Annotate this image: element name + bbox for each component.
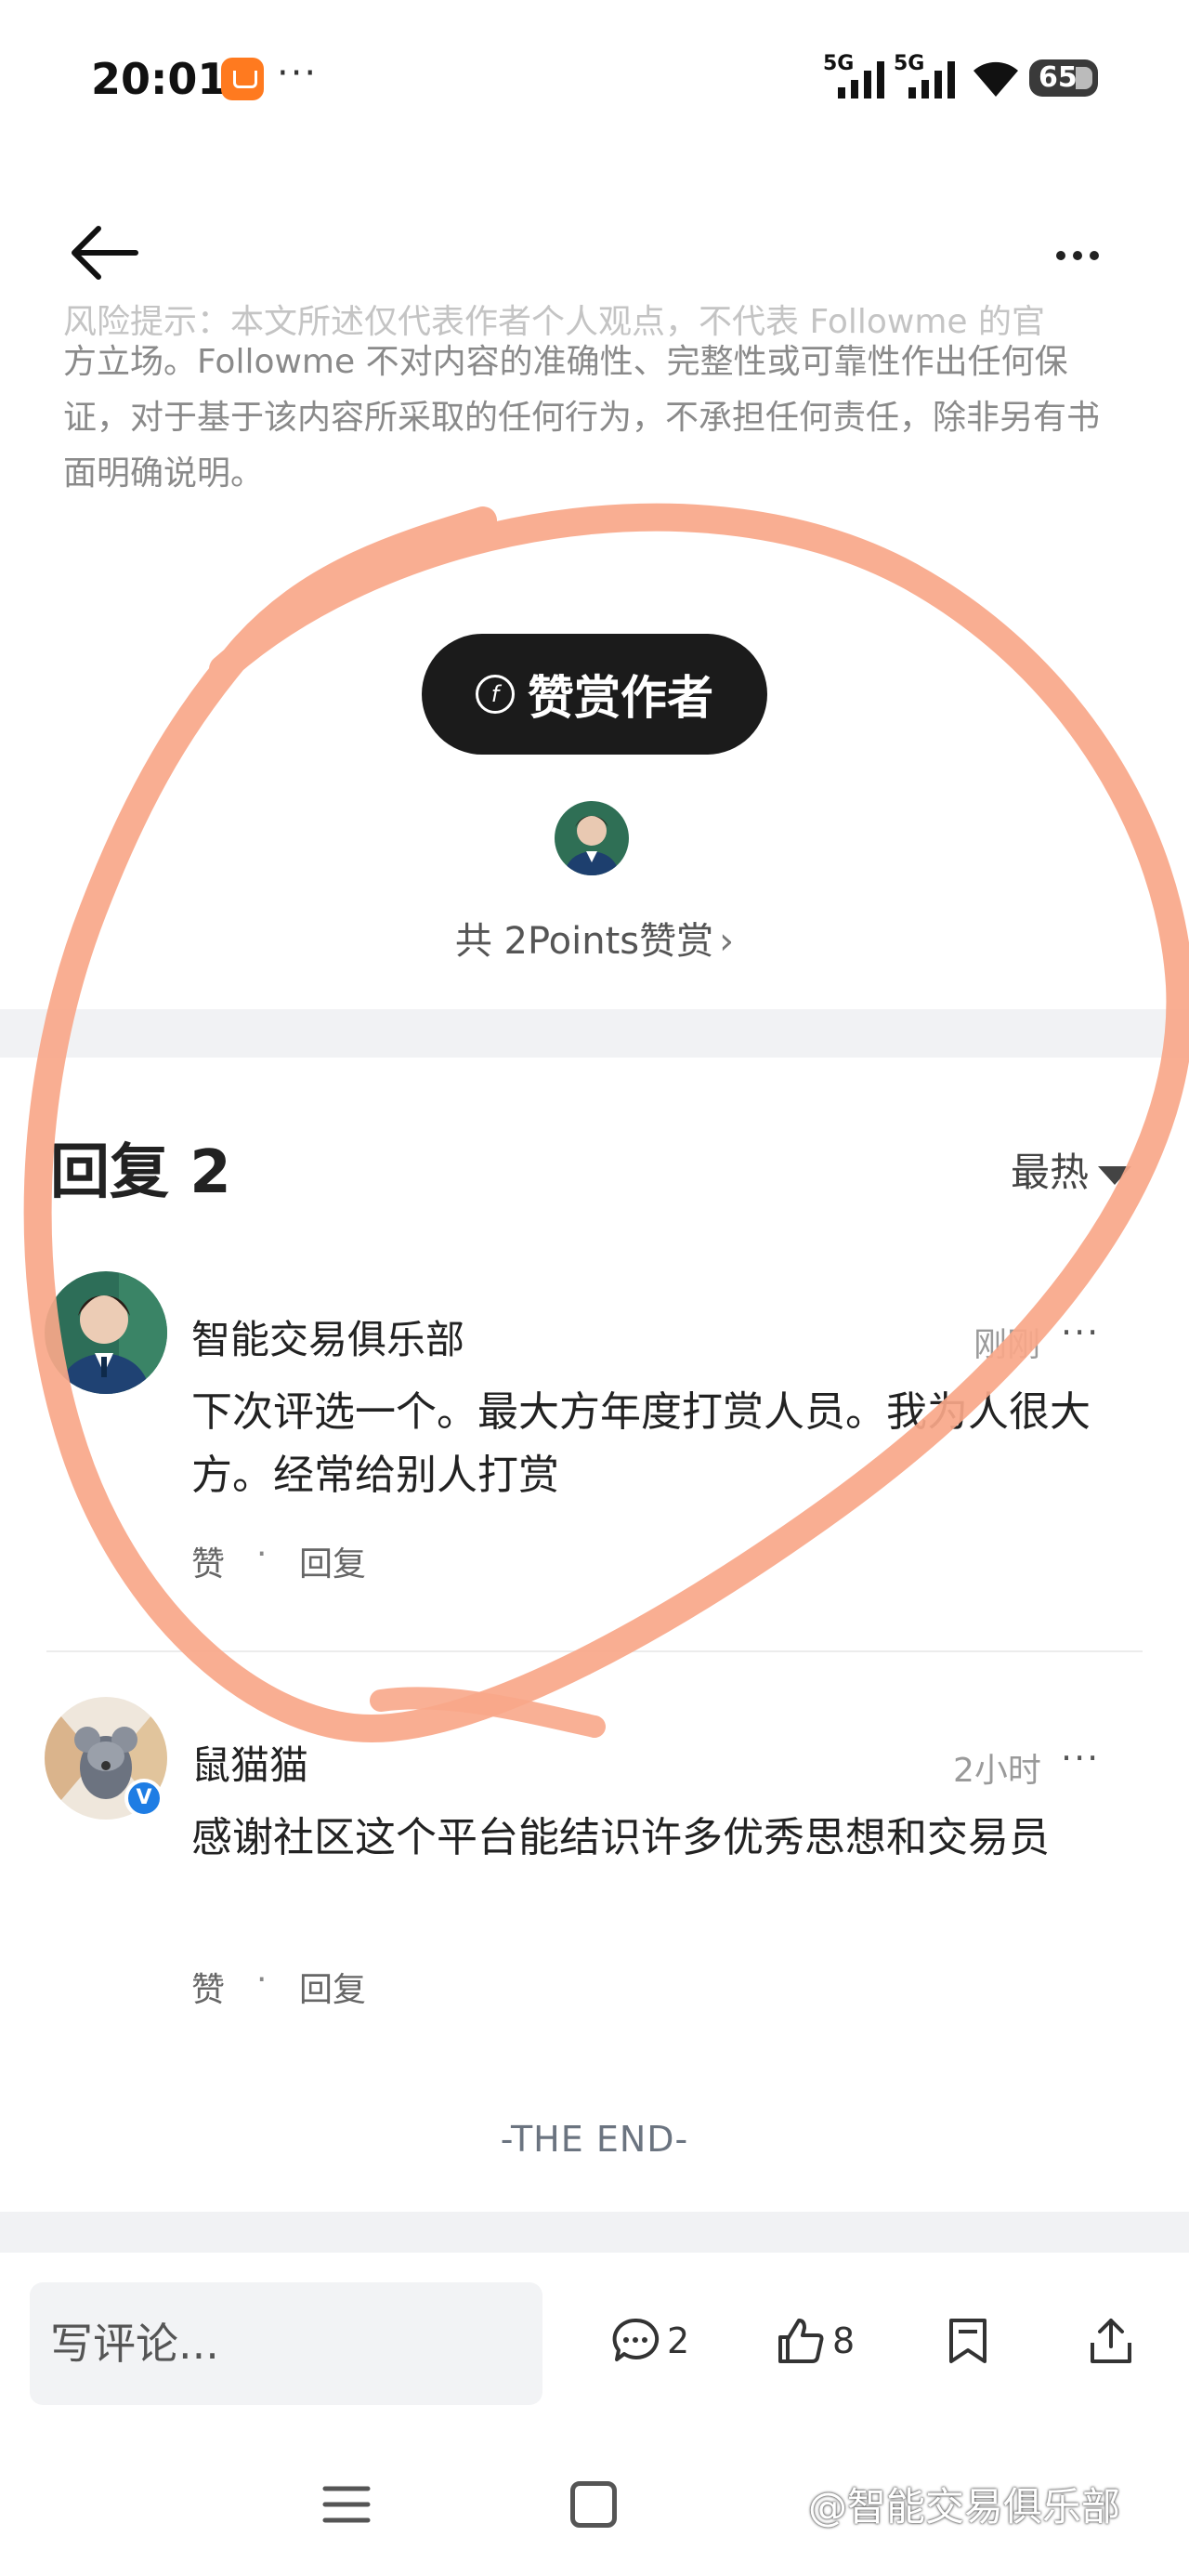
comment-text: 下次评选一个。最大方年度打赏人员。我为人很大方。经常给别人打赏 <box>191 1388 1091 1499</box>
comment-reply-button[interactable]: 回复 <box>299 1537 366 1585</box>
commenter-avatar[interactable] <box>45 1271 167 1394</box>
shopping-app-icon <box>221 58 264 100</box>
comments-button[interactable]: 2 <box>609 2308 689 2373</box>
comment-like-button[interactable]: 赞 <box>191 1537 225 1585</box>
action-separator: · <box>256 1961 268 1999</box>
back-button[interactable] <box>65 216 145 290</box>
reward-author-button[interactable]: f 赞赏作者 <box>422 634 767 755</box>
chevron-right-icon: › <box>719 920 735 963</box>
bookmark-icon <box>949 2319 986 2363</box>
menu-nav-icon[interactable] <box>321 2483 372 2526</box>
comment-divider <box>46 1650 1143 1652</box>
more-options-button[interactable] <box>1040 223 1115 288</box>
caret-down-icon <box>1098 1165 1132 1185</box>
action-separator: · <box>256 1535 268 1573</box>
status-more-icon: ··· <box>277 52 319 95</box>
comment-author-name[interactable]: 智能交易俱乐部 <box>191 1308 464 1365</box>
cell-signal-icon <box>838 61 884 99</box>
cell-signal-icon-2 <box>908 61 955 99</box>
like-button[interactable]: 8 <box>775 2308 855 2373</box>
home-nav-icon[interactable] <box>570 2481 617 2528</box>
comment-text: 感谢社区这个平台能结识许多优秀思想和交易员 <box>191 1814 1050 1861</box>
sort-dropdown[interactable]: 最热 <box>1011 1141 1132 1198</box>
disclaimer-text: 方立场。Followme 不对内容的准确性、完整性或可靠性作出任何保证，对于基于… <box>63 343 1101 493</box>
comment-time: 刚刚 <box>973 1326 1041 1364</box>
reward-count-text: 共 2Points赞赏 <box>454 920 714 963</box>
disclaimer-faded-line: 风险提示：本文所述仅代表作者个人观点，不代表 Followme 的官 <box>63 304 1046 341</box>
comment-more-icon[interactable]: ··· <box>1061 1312 1100 1353</box>
comment-time: 2小时 <box>953 1752 1041 1790</box>
like-count: 8 <box>832 2320 856 2361</box>
replies-title: 回复 2 <box>50 1138 231 1207</box>
watermark: @智能交易俱乐部 <box>808 2484 1121 2530</box>
section-divider <box>0 1009 1189 1058</box>
reward-count-link[interactable]: 共 2Points赞赏 › <box>0 911 1189 965</box>
sort-label: 最热 <box>1011 1150 1090 1195</box>
comment-count: 2 <box>667 2320 690 2361</box>
comment-like-button[interactable]: 赞 <box>191 1963 225 2011</box>
comment-author-name[interactable]: 鼠猫猫 <box>191 1734 308 1791</box>
battery-icon: 65 <box>1029 59 1098 97</box>
comment-input[interactable] <box>30 2282 542 2405</box>
risk-disclaimer: 风险提示：本文所述仅代表作者个人观点，不代表 Followme 的官 方立场。F… <box>63 304 1131 502</box>
status-time: 20:01 <box>91 54 228 104</box>
comment-reply-button[interactable]: 回复 <box>299 1963 366 2011</box>
share-button[interactable] <box>1085 2308 1137 2373</box>
end-marker: -THE END- <box>500 2119 689 2160</box>
comment-bubble-icon <box>612 2318 660 2361</box>
reward-button-label: 赞赏作者 <box>528 671 713 725</box>
comment-more-icon[interactable]: ··· <box>1061 1738 1100 1779</box>
wifi-icon <box>973 61 1018 97</box>
status-bar: 20:01 ··· 5G 5G 65 <box>0 0 1189 158</box>
coin-icon: f <box>476 675 515 714</box>
thumbs-up-icon <box>778 2319 824 2363</box>
bookmark-button[interactable] <box>942 2308 994 2373</box>
tipper-avatar[interactable] <box>555 801 629 875</box>
verified-badge-icon: V <box>124 1779 163 1818</box>
section-divider <box>0 2212 1189 2253</box>
share-icon <box>1091 2319 1131 2363</box>
